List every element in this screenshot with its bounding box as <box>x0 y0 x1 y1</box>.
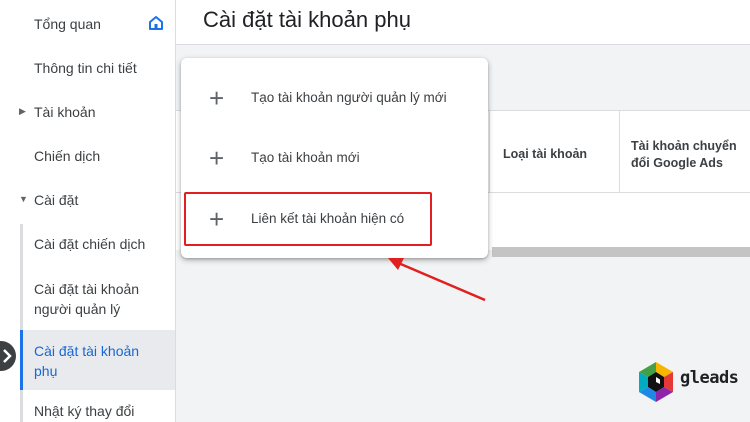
sidebar-item-label: Chiến dịch <box>34 148 101 164</box>
sidebar-item-label: Cài đặt chiến dịch <box>34 236 146 252</box>
page-header: Cài đặt tài khoản phụ <box>176 0 750 45</box>
sidebar-item-label: Tổng quan <box>34 16 101 32</box>
chevron-right-icon <box>3 349 12 363</box>
menu-item-label: Tạo tài khoản mới <box>251 150 360 165</box>
annotation-arrow-icon <box>388 258 486 302</box>
column-header-conversion-account[interactable]: Tài khoản chuyển đổi Google Ads <box>619 111 750 193</box>
sidebar: Tổng quan Thông tin chi tiết ▶ Tài khoản… <box>0 0 176 422</box>
collapse-sidebar-button[interactable] <box>0 341 16 371</box>
sidebar-item-label: Cài đặt <box>34 192 79 208</box>
submenu-line <box>20 224 23 422</box>
gleads-logo: gleads <box>636 360 746 404</box>
page-title: Cài đặt tài khoản phụ <box>203 7 411 32</box>
sidebar-item-label: Cài đặt tài khoản phụ <box>34 343 140 379</box>
sidebar-item-label: Cài đặt tài khoản người quản lý <box>34 281 140 317</box>
active-indicator <box>20 330 23 390</box>
plus-icon: + <box>209 83 225 113</box>
sidebar-item-label: Tài khoản <box>34 104 96 120</box>
logo-text: gleads <box>680 368 739 388</box>
horizontal-scrollbar[interactable] <box>492 247 750 257</box>
gleads-logo-icon <box>639 362 673 402</box>
caret-down-icon: ▼ <box>19 194 28 204</box>
plus-icon: + <box>209 143 225 173</box>
highlight-annotation-box <box>184 192 432 246</box>
sidebar-item-label: Nhật ký thay đổi <box>34 403 135 419</box>
caret-right-icon: ▶ <box>19 106 26 116</box>
home-icon[interactable] <box>148 15 164 31</box>
menu-item-new-manager-account[interactable]: + Tạo tài khoản người quản lý mới <box>181 73 488 123</box>
column-header-account-type[interactable]: Loại tài khoản <box>489 111 619 193</box>
sidebar-item-label: Thông tin chi tiết <box>34 60 137 76</box>
menu-item-new-account[interactable]: + Tạo tài khoản mới <box>181 133 488 183</box>
menu-item-label: Tạo tài khoản người quản lý mới <box>251 90 447 105</box>
